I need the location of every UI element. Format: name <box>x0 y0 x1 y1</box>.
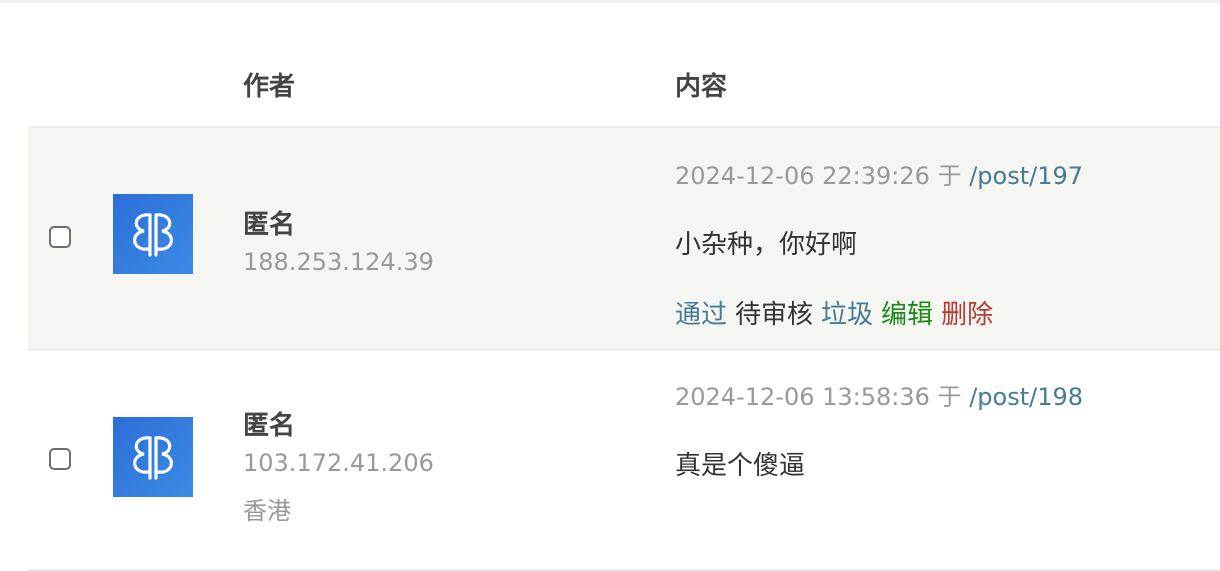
comment-text: 真是个傻逼 <box>675 451 806 481</box>
avatar <box>113 417 193 497</box>
author-name: 匿名 <box>243 210 296 240</box>
table-row[interactable]: 匿名 188.253.124.39 2024-12-06 22:39:26 于 … <box>28 128 1220 351</box>
author-location: 香港 <box>243 497 291 525</box>
post-link[interactable]: /post/197 <box>969 162 1083 190</box>
delete-link[interactable]: 删除 <box>941 300 993 330</box>
comment-at: 于 <box>937 383 962 411</box>
column-header-author: 作者 <box>243 72 296 102</box>
row-checkbox[interactable] <box>49 226 71 248</box>
column-header-content: 内容 <box>675 72 728 102</box>
comment-actions: 通过 待审核 垃圾 编辑 删除 <box>675 294 1001 331</box>
comments-table: 作者 内容 匿名 188.253.124.39 2024-12-06 22:39… <box>28 40 1220 571</box>
table-header: 作者 内容 <box>28 40 1220 128</box>
row-checkbox[interactable] <box>49 448 71 470</box>
post-link[interactable]: /post/198 <box>969 383 1083 411</box>
comment-at: 于 <box>937 162 962 190</box>
spam-link[interactable]: 垃圾 <box>821 300 873 330</box>
comment-meta: 2024-12-06 13:58:36 于 /post/198 <box>675 377 1083 412</box>
table-row[interactable]: 匿名 103.172.41.206 香港 2024-12-06 13:58:36… <box>28 351 1220 571</box>
identicon-avatar-icon <box>133 436 173 480</box>
identicon-avatar-icon <box>133 213 173 257</box>
author-ip: 188.253.124.39 <box>243 248 434 276</box>
comment-meta: 2024-12-06 22:39:26 于 /post/197 <box>675 156 1083 191</box>
author-name: 匿名 <box>243 411 296 441</box>
comment-text: 小杂种，你好啊 <box>675 230 858 260</box>
edit-link[interactable]: 编辑 <box>881 300 933 330</box>
top-divider <box>0 0 1220 3</box>
pending-status: 待审核 <box>735 300 814 330</box>
author-ip: 103.172.41.206 <box>243 449 434 477</box>
avatar <box>113 194 193 274</box>
comment-date: 2024-12-06 22:39:26 <box>675 162 930 190</box>
approve-link[interactable]: 通过 <box>675 300 727 330</box>
comment-date: 2024-12-06 13:58:36 <box>675 383 930 411</box>
